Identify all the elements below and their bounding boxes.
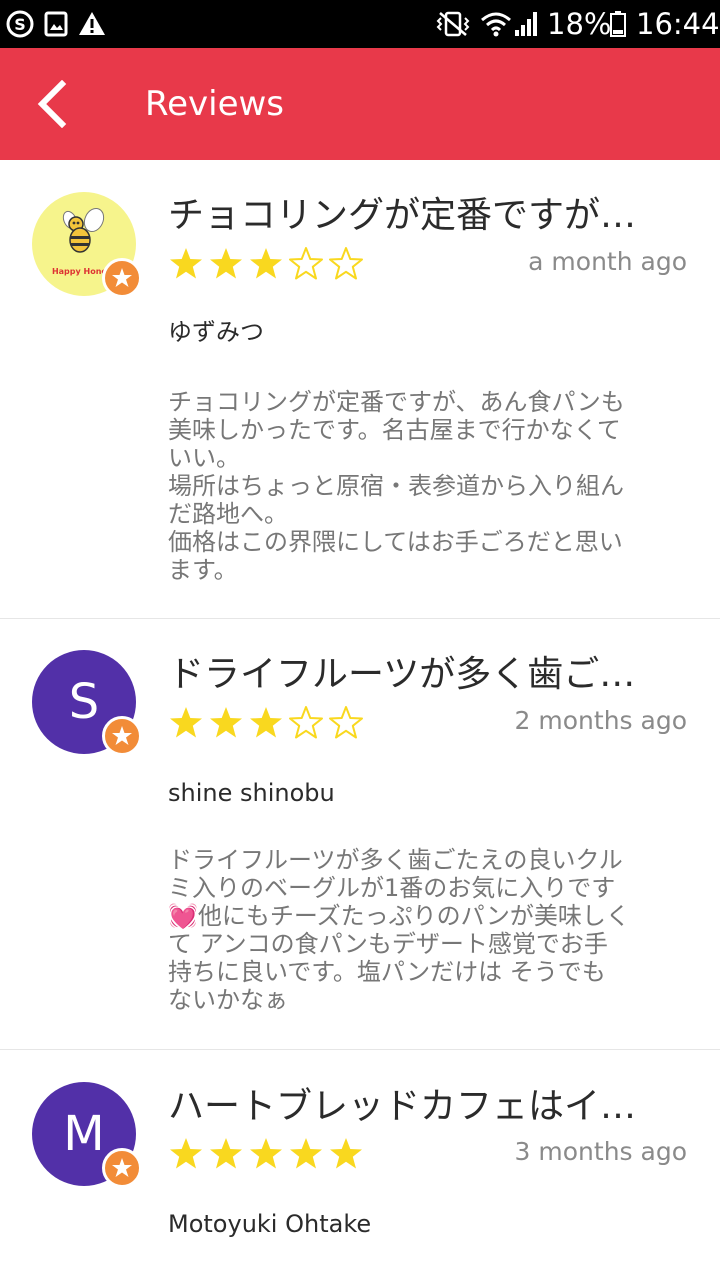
page-title: Reviews: [145, 84, 285, 124]
avatar: S: [32, 650, 142, 756]
star-empty-icon: [329, 247, 363, 280]
star-rating: [168, 705, 364, 741]
battery-icon: [609, 10, 627, 38]
star-filled-icon: [210, 707, 242, 738]
avatar: M: [32, 1082, 142, 1188]
review-date: 3 months ago: [514, 1137, 687, 1166]
star-filled-icon: [250, 248, 282, 279]
svg-text:S: S: [14, 15, 26, 34]
star-filled-icon: [330, 1138, 362, 1169]
vibrate-icon: [435, 10, 471, 38]
review-date: a month ago: [528, 247, 687, 276]
warning-icon: [78, 10, 106, 38]
star-filled-icon: [170, 1138, 202, 1169]
local-guide-badge-icon: [102, 258, 142, 298]
review-author: shine shinobu: [168, 779, 335, 807]
star-empty-icon: [329, 706, 363, 739]
review-author: ゆずみつ: [168, 318, 264, 346]
star-filled-icon: [210, 248, 242, 279]
image-icon: [44, 10, 68, 38]
review-author: Motoyuki Ohtake: [168, 1210, 372, 1238]
skype-icon: S: [6, 10, 34, 38]
star-filled-icon: [210, 1138, 242, 1169]
review-title: ドライフルーツが多く歯ご…: [168, 654, 636, 695]
status-bar: S 18% 16:44: [0, 0, 720, 48]
local-guide-badge-icon: [102, 1148, 142, 1188]
star-filled-icon: [250, 1138, 282, 1169]
star-empty-icon: [289, 247, 323, 280]
divider: [0, 1049, 720, 1050]
battery-percent: 18%: [547, 7, 612, 41]
star-empty-icon: [289, 706, 323, 739]
star-filled-icon: [290, 1138, 322, 1169]
divider: [0, 618, 720, 619]
clock: 16:44: [636, 7, 720, 41]
local-guide-badge-icon: [102, 716, 142, 756]
star-filled-icon: [170, 707, 202, 738]
signal-icon: [513, 10, 541, 38]
review-date: 2 months ago: [514, 706, 687, 735]
avatar-letter: S: [68, 674, 100, 730]
review-body: チョコリングが定番ですが、あん食パンも 美味しかったです。名古屋まで行かなくて …: [168, 388, 625, 584]
back-button[interactable]: [20, 72, 84, 136]
review-title: ハートブレッドカフェはイ…: [168, 1086, 637, 1127]
app-bar: Reviews: [0, 48, 720, 160]
star-rating: [168, 246, 364, 282]
review-title: チョコリングが定番ですが…: [168, 195, 637, 236]
back-arrow-icon: [37, 80, 67, 128]
wifi-icon: [480, 10, 512, 38]
star-filled-icon: [250, 707, 282, 738]
avatar-letter: M: [63, 1106, 105, 1162]
avatar: Happy Honey: [32, 192, 142, 298]
review-body: ドライフルーツが多く歯ごたえの良いクル ミ入りのベーグルが1番のお気に入りです …: [168, 846, 630, 1014]
star-filled-icon: [170, 248, 202, 279]
star-rating: [168, 1136, 364, 1172]
